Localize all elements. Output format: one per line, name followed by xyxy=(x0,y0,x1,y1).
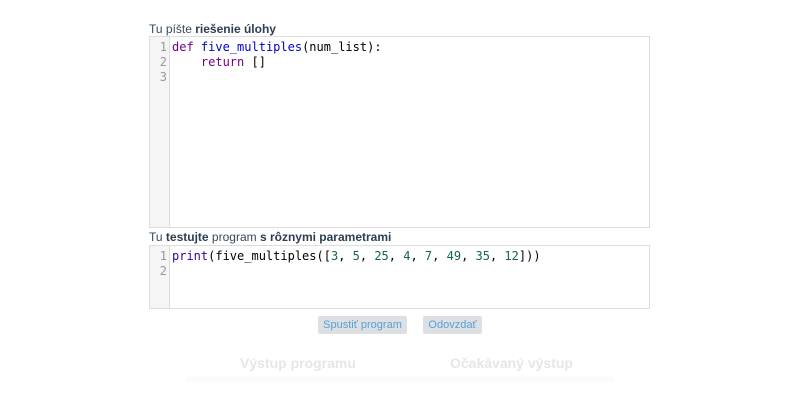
test-editor[interactable]: 1 2 print(five_multiples([3, 5, 25, 4, 7… xyxy=(149,245,650,309)
solution-label: Tu píšte riešenie úlohy xyxy=(149,22,276,36)
code-line[interactable]: def five_multiples(num_list): xyxy=(172,40,382,55)
line-number-gutter: 1 2 3 xyxy=(150,37,170,227)
line-number: 3 xyxy=(159,70,167,84)
expected-output-heading: Očakávaný výstup xyxy=(450,355,573,371)
line-number-gutter: 1 2 xyxy=(150,246,170,308)
output-area xyxy=(185,376,615,382)
code-line[interactable]: print(five_multiples([3, 5, 25, 4, 7, 49… xyxy=(172,249,541,264)
line-number: 1 xyxy=(159,40,167,54)
line-number: 2 xyxy=(159,55,167,69)
line-number: 2 xyxy=(159,264,167,278)
code-line[interactable]: return [] xyxy=(172,55,266,70)
test-label: Tu testujte program s rôznymi parametram… xyxy=(149,230,392,244)
run-program-button[interactable]: Spustiť program xyxy=(318,316,407,334)
submit-button[interactable]: Odovzdať xyxy=(423,316,482,334)
program-output-heading: Výstup programu xyxy=(240,355,356,371)
solution-editor[interactable]: 1 2 3 def five_multiples(num_list): retu… xyxy=(149,36,650,228)
line-number: 1 xyxy=(159,249,167,263)
